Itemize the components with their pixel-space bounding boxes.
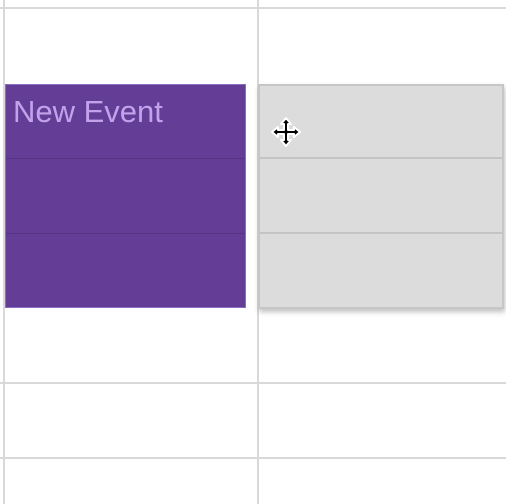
drag-preview-slot-line: [260, 232, 502, 234]
calendar-event[interactable]: New Event: [5, 84, 246, 308]
grid-row-line: [0, 7, 506, 9]
event-slot-line: [6, 233, 245, 234]
event-title: New Event: [13, 94, 163, 129]
move-cursor-icon: [271, 117, 301, 147]
grid-row-line: [0, 382, 506, 384]
event-slot-line: [6, 158, 245, 159]
drag-preview-slot-line: [260, 157, 502, 159]
grid-row-line: [0, 457, 506, 459]
